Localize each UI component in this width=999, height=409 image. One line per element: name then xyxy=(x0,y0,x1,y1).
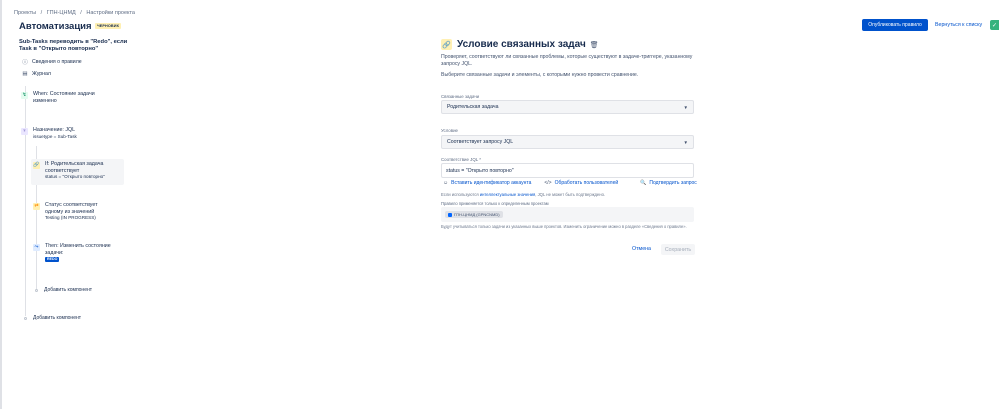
condition-title: If: Родительская задача xyxy=(45,161,104,167)
insert-account-id-link[interactable]: ☺ Вставить идентификатор аккаунта xyxy=(443,180,531,186)
rule-log-label: Журнал xyxy=(32,71,51,77)
condition-select[interactable]: Соответствует запросу JQL ▼ xyxy=(441,135,694,149)
breadcrumb: Проекты / ГПН-ЦНМД / Настройки проекта xyxy=(14,10,138,16)
panel-description-2: Выберите связанные задачи и элементы, с … xyxy=(441,72,639,78)
rule-log-link[interactable]: ▤ Журнал xyxy=(22,71,51,77)
add-component-label: Добавить компонент xyxy=(33,315,82,321)
process-users-label: Обработать пользователей xyxy=(554,180,619,186)
chevron-down-icon: ▼ xyxy=(683,104,688,110)
jql-label: Соответствие JQL * xyxy=(441,157,481,162)
insert-account-id-label: Вставить идентификатор аккаунта xyxy=(451,180,532,186)
status-tag: REDO xyxy=(45,257,60,263)
trash-icon[interactable]: 🗑 xyxy=(590,41,599,49)
status-badge: ЧЕРНОВИК xyxy=(95,23,122,29)
add-dot-icon xyxy=(35,288,38,292)
condition-icon: ⇄ xyxy=(33,203,40,210)
info-icon: ⓘ xyxy=(22,60,28,66)
panel-description: Проверяет, соответствуют ли связанные пр… xyxy=(441,54,693,67)
back-to-list-link[interactable]: Вернуться к списку xyxy=(935,22,982,28)
projects-note: Будут учитываться только задачи из указа… xyxy=(441,224,687,229)
panel-title: Условие связанных задач xyxy=(457,39,586,50)
save-button[interactable]: Сохранить xyxy=(661,244,695,255)
log-icon: ▤ xyxy=(22,71,28,77)
project-chip: ГПН-ЦНМД (GPNCNMD) xyxy=(445,211,503,218)
condition-jql: status = "Открыто повторно" xyxy=(45,174,105,180)
page-title: Автоматизация xyxy=(19,21,92,32)
breadcrumb-separator: / xyxy=(80,10,82,16)
project-chip-label: ГПН-ЦНМД (GPNCNMD) xyxy=(454,212,500,217)
action-title: Then: Изменить состояние xyxy=(45,243,111,249)
smart-values-link[interactable]: интеллектуальные значения xyxy=(480,192,536,197)
related-issues-label: Связанные задачи xyxy=(441,94,480,99)
jql-actions: ☺ Вставить идентификатор аккаунта </> Об… xyxy=(443,180,697,186)
condition-value: Соответствует запросу JQL xyxy=(447,139,514,145)
breadcrumb-project[interactable]: ГПН-ЦНМД xyxy=(47,10,76,16)
breadcrumb-separator: / xyxy=(40,10,43,16)
add-component-label: Добавить компонент xyxy=(44,287,93,293)
user-icon: ☺ xyxy=(443,180,449,186)
projects-label: Правило применяется только к определенны… xyxy=(441,201,549,206)
projects-box: ГПН-ЦНМД (GPNCNMD) xyxy=(441,207,694,222)
rule-name: Sub-Tasks переводить в "Redo", если Task… xyxy=(19,39,128,52)
process-users-link[interactable]: </> Обработать пользователей xyxy=(544,180,618,186)
validate-query-link[interactable]: 🔍 Подтвердить запрос xyxy=(640,180,697,186)
project-icon xyxy=(448,212,452,217)
rule-details-label: Сведения о правиле xyxy=(32,59,82,65)
branch-title: Назначение: JQL xyxy=(33,127,76,133)
window-left-edge xyxy=(0,0,2,409)
code-icon: </> xyxy=(544,180,552,186)
add-dot-icon xyxy=(24,316,27,320)
hint-suffix: , JQL не может быть подтверждено. xyxy=(535,192,606,197)
trigger-icon: ↯ xyxy=(21,92,28,99)
add-component-inner[interactable]: Добавить компонент xyxy=(35,287,92,293)
related-issues-select[interactable]: Родительская задача ▼ xyxy=(441,100,694,114)
jql-value: status = "Открыто повторно" xyxy=(446,167,514,174)
breadcrumb-settings[interactable]: Настройки проекта xyxy=(86,10,135,16)
hint-prefix: Если используются xyxy=(441,192,480,197)
branch-icon: ♆ xyxy=(21,128,28,135)
branch-jql: issuetype = Sub-Task xyxy=(33,133,77,139)
trigger-title: When: Состояние задачи xyxy=(33,91,95,97)
action-step[interactable]: ⤳ Then: Изменить состояние задачи: REDO xyxy=(33,243,111,263)
cancel-button[interactable]: Отмена xyxy=(632,246,651,252)
search-icon: 🔍 xyxy=(640,180,647,186)
link-icon: 🔗 xyxy=(441,39,452,50)
status-condition-title: Статус соответствует xyxy=(45,202,98,208)
status-condition-title-cont: одному из значений xyxy=(45,208,95,215)
timeline-line xyxy=(25,86,26,316)
add-component-outer[interactable]: Добавить компонент xyxy=(24,315,81,321)
validate-query-label: Подтвердить запрос xyxy=(649,180,697,186)
panel-header: 🔗 Условие связанных задач 🗑 xyxy=(441,39,599,50)
condition-title-cont: соответствует xyxy=(45,167,80,174)
branch-step[interactable]: ♆ Назначение: JQL issuetype = Sub-Task xyxy=(21,127,77,140)
condition-label: Условие xyxy=(441,128,458,133)
action-title-cont: задачи: xyxy=(45,249,64,256)
jql-input[interactable]: status = "Открыто повторно" xyxy=(441,163,694,178)
status-condition-value: Testing (IN PROGRESS) xyxy=(45,215,96,221)
chevron-down-icon: ▼ xyxy=(683,139,688,145)
transition-icon: ⤳ xyxy=(33,244,40,251)
selected-condition-step[interactable]: 🔗 If: Родительская задача соответствует … xyxy=(31,159,124,185)
trigger-step[interactable]: ↯ When: Состояние задачи изменено xyxy=(21,91,95,104)
breadcrumb-projects[interactable]: Проекты xyxy=(14,10,36,16)
rule-details-link[interactable]: ⓘ Сведения о правиле xyxy=(22,59,82,66)
check-icon[interactable]: ✓ xyxy=(990,20,999,30)
link-icon: 🔗 xyxy=(33,162,40,169)
trigger-title-cont: изменено xyxy=(33,97,57,104)
publish-rule-button[interactable]: Опубликовать правило xyxy=(862,19,928,31)
status-condition-step[interactable]: ⇄ Статус соответствует одному из значени… xyxy=(33,202,98,222)
related-issues-value: Родительская задача xyxy=(447,104,499,110)
smart-values-hint: Если используются интеллектуальные значе… xyxy=(441,192,605,197)
